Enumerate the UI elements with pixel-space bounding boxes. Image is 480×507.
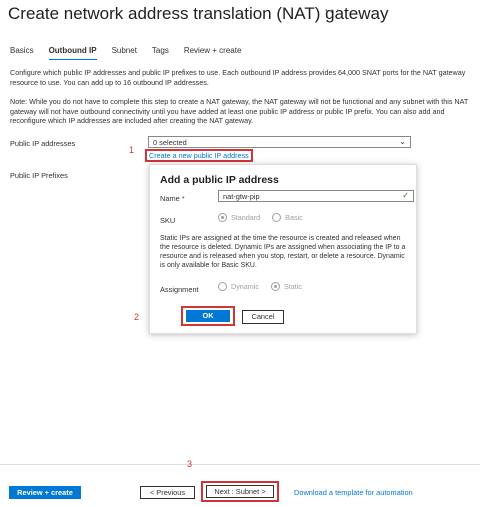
name-label: Name * (160, 194, 185, 203)
footer-divider (0, 464, 480, 465)
public-ip-selected-value: 0 selected (153, 138, 187, 147)
more-options-icon[interactable]: ··· (324, 1, 341, 17)
step-marker-2: 2 (134, 312, 140, 322)
public-ip-label: Public IP addresses (10, 139, 76, 148)
tab-subnet[interactable]: Subnet (112, 46, 137, 60)
sku-label: SKU (160, 216, 176, 225)
assignment-option-dynamic[interactable]: Dynamic (218, 282, 259, 291)
chevron-down-icon: ⌄ (399, 137, 406, 146)
ip-assignment-info: Static IPs are assigned at the time the … (160, 235, 406, 269)
dialog-title: Add a public IP address (160, 174, 279, 186)
sku-basic-label: Basic (285, 213, 303, 222)
previous-button[interactable]: < Previous (140, 486, 195, 499)
tab-bar: Basics Outbound IP Subnet Tags Review + … (10, 46, 256, 60)
checkmark-icon: ✓ (402, 191, 409, 200)
sku-radio-group: Standard Basic (218, 213, 315, 222)
radio-checked-icon (218, 213, 227, 222)
name-input-value: nat-gtw-pip (223, 192, 260, 201)
step-marker-3: 3 (187, 459, 193, 469)
radio-checked-icon (270, 282, 280, 291)
next-highlight: Next : Subnet > (201, 481, 279, 502)
assignment-option-static[interactable]: Static (270, 282, 302, 291)
step-marker-1: 1 (129, 145, 135, 155)
assignment-label: Assignment (160, 285, 199, 294)
public-ip-dropdown[interactable]: 0 selected ⌄ (148, 136, 411, 148)
radio-unchecked-icon (272, 213, 282, 222)
sku-option-basic[interactable]: Basic (272, 213, 303, 222)
tab-outbound-ip[interactable]: Outbound IP (48, 46, 97, 60)
public-ip-prefix-label: Public IP Prefixes (10, 171, 68, 180)
assignment-static-label: Static (283, 282, 302, 291)
download-template-link[interactable]: Download a template for automation (294, 488, 413, 497)
required-marker: * (181, 194, 185, 203)
assignment-radio-group: Dynamic Static (218, 282, 314, 291)
ok-button[interactable]: OK (186, 310, 230, 322)
cancel-button[interactable]: Cancel (242, 310, 284, 324)
tab-basics[interactable]: Basics (10, 46, 34, 60)
radio-unchecked-icon (218, 282, 227, 291)
tab-review-create[interactable]: Review + create (184, 46, 242, 60)
create-public-ip-link[interactable]: Create a new public IP address (145, 149, 253, 162)
review-create-button[interactable]: Review + create (9, 486, 81, 499)
next-subnet-button[interactable]: Next : Subnet > (206, 485, 274, 498)
assignment-dynamic-label: Dynamic (231, 282, 259, 291)
sku-standard-label: Standard (231, 213, 261, 222)
note-text: Note: While you do not have to complete … (10, 97, 469, 125)
add-public-ip-dialog: Add a public IP address Name * nat-gtw-p… (149, 164, 417, 334)
name-input[interactable]: nat-gtw-pip ✓ (218, 190, 414, 202)
tab-tags[interactable]: Tags (152, 46, 169, 60)
ok-highlight: OK (181, 306, 235, 326)
sku-option-standard[interactable]: Standard (218, 213, 260, 222)
description-text: Configure which public IP addresses and … (10, 68, 466, 87)
